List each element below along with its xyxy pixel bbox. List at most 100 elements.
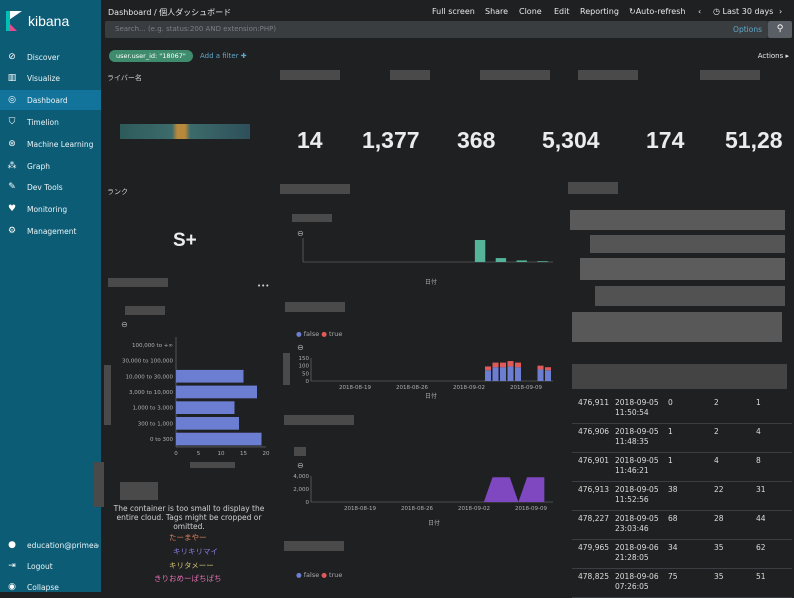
nav-label: education@primeaga	[27, 540, 99, 550]
nav-timelion[interactable]: ⛉ Timelion	[0, 112, 101, 132]
nav-logout[interactable]: ⇥ Logout	[0, 556, 101, 576]
add-filter-link[interactable]: Add a filter ✚	[200, 52, 247, 60]
table-cell-date: 2018-09-06	[615, 543, 659, 552]
nav-machine-learning[interactable]: ⊛ Machine Learning	[0, 134, 101, 154]
tag-item[interactable]: きりおめーぱちぱち	[154, 573, 222, 584]
reporting-button[interactable]: Reporting	[580, 7, 619, 16]
stacked-bar	[537, 365, 544, 370]
y-tick-label: 300 to 1,000	[138, 421, 174, 427]
x-tick-label: 10	[218, 451, 225, 457]
y-tick-label: 0 to 300	[150, 437, 174, 443]
rival-heat-strip	[120, 124, 250, 139]
actions-menu[interactable]: Actions ▸	[758, 52, 789, 60]
row-separator	[572, 539, 792, 540]
redacted-legend	[294, 447, 306, 456]
x-axis-label: 日付	[425, 393, 438, 400]
edit-button[interactable]: Edit	[554, 7, 570, 16]
nav-dev-tools[interactable]: ✎ Dev Tools	[0, 177, 101, 197]
stacked-bar	[515, 362, 521, 368]
nav-graph[interactable]: ⁂ Graph	[0, 156, 101, 176]
table-cell-id: 478,227	[578, 514, 610, 523]
stacked-bar	[485, 366, 491, 371]
y-tick-label: 1,000 to 3,000	[132, 406, 173, 412]
redacted-content	[580, 258, 785, 280]
redacted-title	[700, 70, 760, 80]
redacted-title	[280, 184, 350, 194]
metric-value-2: 1,377	[362, 127, 420, 153]
legend-dot-true[interactable]: ●	[321, 571, 327, 579]
stacked-bar	[500, 362, 506, 368]
area-chart: 4,000 2,000 0 2018-08-19 2018-08-26 2018-09-0…	[293, 474, 553, 512]
table-cell-id: 476,913	[578, 485, 610, 494]
table-cell-c: 51	[756, 572, 766, 581]
table-cell-c: 31	[756, 485, 766, 494]
y-tick-label: 0	[306, 379, 310, 385]
row-separator	[572, 510, 792, 511]
nav-discover[interactable]: ⊘ Discover	[0, 47, 101, 67]
redacted-title	[480, 70, 550, 80]
nav-label: Collapse	[27, 582, 59, 592]
nav-user[interactable]: ● education@primeaga	[0, 535, 101, 555]
wrench-icon: ✎	[8, 182, 16, 192]
legend-dot-true[interactable]: ●	[321, 330, 327, 338]
bar-chart-icon: ▥	[7, 73, 17, 83]
filter-pill[interactable]: user.user_id: "18067"	[109, 50, 193, 62]
redacted-table-header	[572, 364, 787, 389]
table-cell-id: 478,825	[578, 572, 610, 581]
panel-menu-icon[interactable]: •••	[257, 282, 269, 290]
legend-label-false[interactable]: false	[304, 571, 319, 579]
tag-item[interactable]: たーまやー	[169, 532, 207, 543]
legend-label-true[interactable]: true	[329, 330, 342, 338]
nav-management[interactable]: ⚙ Management	[0, 221, 101, 241]
tag-item[interactable]: キリタメーー	[169, 560, 214, 571]
table-cell-c: 4	[756, 427, 761, 436]
nav-dashboard[interactable]: ◎ Dashboard	[0, 90, 101, 110]
time-picker[interactable]: ◷ Last 30 days	[713, 7, 773, 16]
green-histogram	[302, 238, 553, 263]
x-tick-label: 2018-08-19	[339, 385, 371, 391]
redacted-content	[570, 210, 785, 230]
nav-monitoring[interactable]: ♥ Monitoring	[0, 199, 101, 219]
histogram-bar	[516, 260, 527, 262]
search-input[interactable]: Search... (e.g. status:200 AND extension…	[105, 21, 768, 38]
kibana-logo[interactable]: kibana	[0, 0, 101, 42]
x-tick-label: 0	[174, 451, 178, 457]
chevron-left-icon[interactable]: ‹	[698, 7, 701, 16]
redacted-tag	[120, 482, 158, 500]
legend-label-false[interactable]: false	[304, 330, 319, 338]
legend-dot-false[interactable]: ●	[296, 330, 302, 338]
full-screen-button[interactable]: Full screen	[432, 7, 475, 16]
nav-visualize[interactable]: ▥ Visualize	[0, 68, 101, 88]
auto-refresh-button[interactable]: ↻Auto-refresh	[629, 7, 685, 16]
table-cell-a: 68	[668, 514, 678, 523]
clone-button[interactable]: Clone	[519, 7, 542, 16]
legend-label-true[interactable]: true	[329, 571, 342, 579]
legend-dot-false[interactable]: ●	[296, 571, 302, 579]
options-link[interactable]: Options	[733, 25, 762, 34]
search-button[interactable]: ⚲	[768, 21, 792, 38]
table-cell-time: 23:03:46	[615, 524, 649, 533]
clock-icon: ◷	[713, 7, 723, 16]
share-button[interactable]: Share	[485, 7, 508, 16]
table-cell-c: 8	[756, 456, 761, 465]
table-cell-id: 476,911	[578, 398, 610, 407]
chevron-right-icon[interactable]: ›	[779, 7, 782, 16]
nav-label: Management	[27, 226, 77, 236]
nav-label: Logout	[27, 561, 53, 571]
x-tick-label: 2018-09-09	[510, 385, 542, 391]
nav-collapse[interactable]: ◉ Collapse	[0, 577, 101, 597]
tag-item[interactable]: キリキリマイ	[173, 546, 218, 557]
toggle-icon[interactable]: ⊖	[121, 320, 128, 329]
top-bar: Dashboard / 個人ダッシュボード Full screen Share …	[101, 0, 794, 42]
auto-refresh-label: Auto-refresh	[635, 7, 686, 16]
metric-value-5: 174	[646, 127, 685, 153]
stacked-bar	[500, 367, 506, 381]
gear-icon: ⚙	[7, 226, 17, 236]
rank-value: S+	[173, 230, 197, 251]
table-cell-date: 2018-09-05	[615, 514, 659, 523]
rival-panel-title: ライバー名	[107, 74, 142, 82]
histogram-bar	[474, 240, 486, 262]
table-cell-b: 2	[714, 398, 719, 407]
breadcrumb[interactable]: Dashboard / 個人ダッシュボード	[108, 7, 231, 18]
redacted-title	[94, 462, 104, 507]
